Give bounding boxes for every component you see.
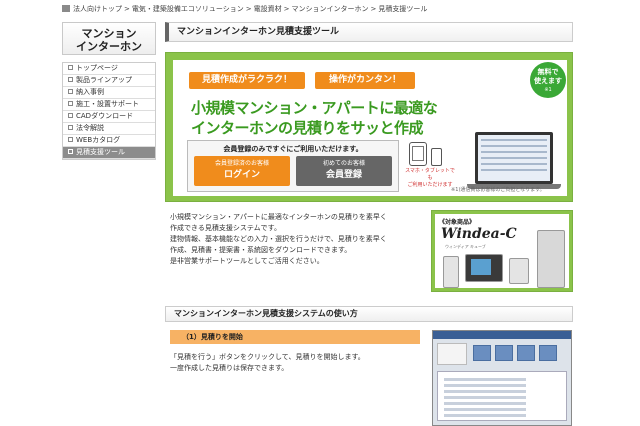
monitor-unit-icon <box>465 254 503 282</box>
door-station-icon <box>443 256 459 288</box>
sidebar-item-cad[interactable]: CADダウンロード <box>63 111 155 123</box>
product-logo: Windea-C <box>441 226 517 242</box>
bullet-icon <box>68 89 73 94</box>
step1-screenshot <box>432 330 572 426</box>
breadcrumb: 法人向けトップ > 電気・建築設備エコソリューション > 電設資材 > マンションインターホ… <box>62 4 429 14</box>
feature-pill-easy-estimate: 見積作成がラクラク！ <box>189 72 305 89</box>
expand-icon <box>68 77 73 82</box>
home-icon[interactable] <box>62 5 70 12</box>
sidebar-item-law[interactable]: 法令解説 <box>63 123 155 135</box>
sidebar-item-support[interactable]: 施工・設置サポート <box>63 99 155 111</box>
breadcrumb-current: 見積支援ツール <box>378 5 428 13</box>
login-button[interactable]: 会員登録済のお客様 ログイン <box>194 156 290 186</box>
breadcrumb-link-intercom[interactable]: マンションインターホン <box>292 5 369 13</box>
free-badge: 無料で 使えます ※1 <box>530 62 566 98</box>
hero-banner: 見積作成がラクラク！ 操作がカンタン！ 小規模マンション・アパートに最適な イン… <box>165 52 573 202</box>
bullet-icon <box>68 137 73 142</box>
laptop-icon <box>475 132 553 184</box>
member-box: 会員登録のみですぐにご利用いただけます。 会員登録済のお客様 ログイン 初めての… <box>187 140 399 192</box>
bullet-icon <box>68 65 73 70</box>
breadcrumb-link-eco-solution[interactable]: 電気・建築設備エコソリューション <box>132 5 244 13</box>
collective-panel-icon <box>537 230 565 288</box>
step1-title: （1）見積りを開始 <box>170 330 420 344</box>
tablet-icon <box>409 142 427 166</box>
banner-headline: 小規模マンション・アパートに最適な インターホンの見積りをサッと作成 <box>191 99 438 137</box>
sidebar-item-estimate-tool[interactable]: 見積支援ツール <box>63 147 155 159</box>
page-title: マンションインターホン見積支援ツール <box>165 22 573 42</box>
banner-footnote: ※1)通信費はお客様のご負担となります。 <box>451 187 545 193</box>
smartphone-icon <box>431 148 442 166</box>
devices-caption: スマホ・タブレットでも ご利用いただけます <box>405 168 455 188</box>
sidebar-item-lineup[interactable]: 製品ラインアップ <box>63 75 155 87</box>
target-product-box[interactable]: 《対象商品》 Windea-C ウィンディア キューブ <box>431 210 573 292</box>
breadcrumb-link-electrical-materials[interactable]: 電設資材 <box>254 5 282 13</box>
product-logo-sub: ウィンディア キューブ <box>445 244 486 249</box>
product-tag: 《対象商品》 <box>439 219 476 226</box>
expand-icon <box>68 125 73 130</box>
lobby-unit-icon <box>509 258 529 284</box>
breadcrumb-link-corporate-top[interactable]: 法人向けトップ <box>73 5 122 13</box>
sidebar-item-catalog[interactable]: WEBカタログ <box>63 135 155 147</box>
intro-text: 小規模マンション・アパートに最適なインターホンの見積りを素早く 作成できる見積支… <box>170 213 387 265</box>
usage-section-title: マンションインターホン見積支援システムの使い方 <box>165 306 573 322</box>
bullet-icon <box>68 149 73 154</box>
expand-icon <box>68 101 73 106</box>
register-button[interactable]: 初めてのお客様 会員登録 <box>296 156 392 186</box>
step1-description: 「見積を行う」ボタンをクリックして、見積りを開始します。 一度作成した見積りは保… <box>170 353 365 372</box>
sidebar-title[interactable]: マンション インターホン <box>62 22 156 55</box>
member-message: 会員登録のみですぐにご利用いただけます。 <box>223 145 363 153</box>
sidebar-item-cases[interactable]: 納入事例 <box>63 87 155 99</box>
feature-pill-easy-operation: 操作がカンタン！ <box>315 72 415 89</box>
bullet-icon <box>68 113 73 118</box>
sidebar-nav: トップページ 製品ラインアップ 納入事例 施工・設置サポート CADダウンロード… <box>62 62 156 160</box>
sidebar-item-top[interactable]: トップページ <box>63 63 155 75</box>
